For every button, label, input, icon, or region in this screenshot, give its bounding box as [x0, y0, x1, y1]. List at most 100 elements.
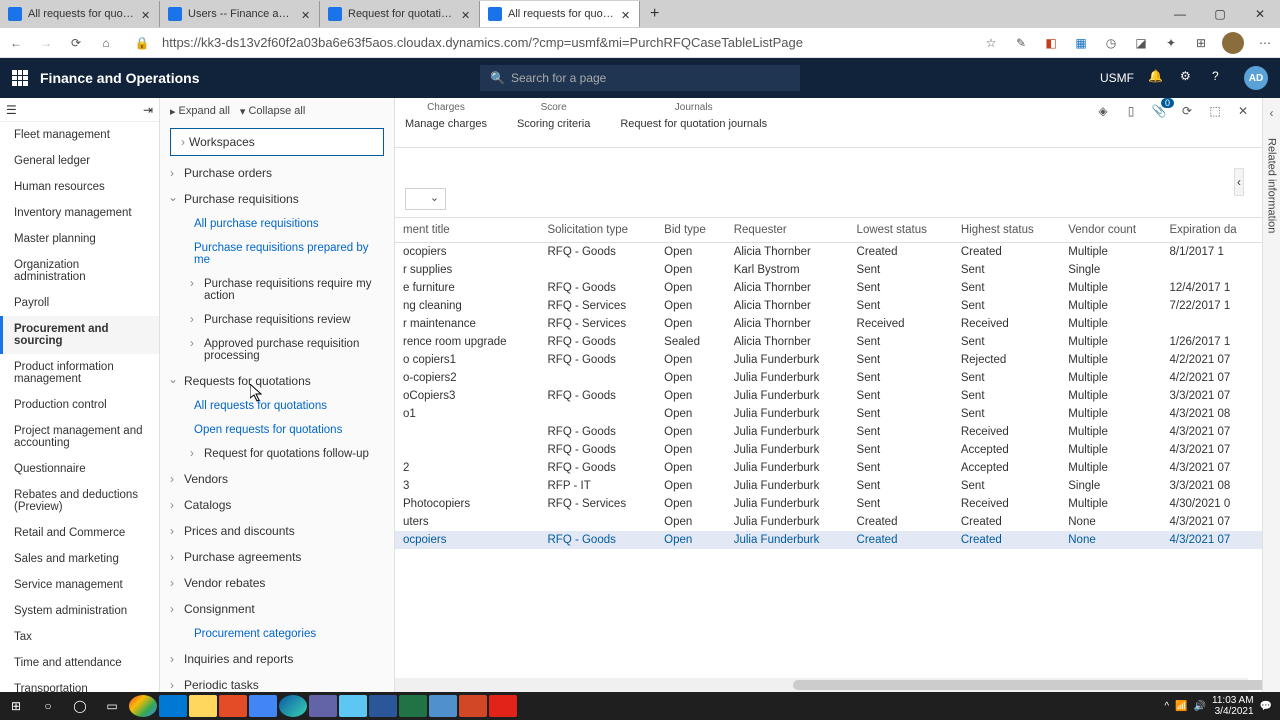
search-input[interactable]: 🔍 Search for a page: [480, 65, 800, 91]
outlook-app[interactable]: [159, 695, 187, 717]
browser-tab[interactable]: All requests for quotations -- Fi✕: [480, 1, 640, 27]
module-item[interactable]: Tax: [0, 624, 159, 650]
ext-icon-3[interactable]: ▦: [1072, 34, 1090, 52]
nav-item[interactable]: Vendor rebates: [160, 570, 394, 596]
expand-all-button[interactable]: ▸Expand all: [170, 105, 230, 118]
taskview-icon[interactable]: ▭: [96, 692, 128, 720]
tray-network-icon[interactable]: 📶: [1175, 701, 1187, 712]
home-button[interactable]: ⌂: [96, 33, 116, 53]
window-maximize[interactable]: ▢: [1200, 0, 1240, 28]
nav-item[interactable]: Procurement categories: [160, 622, 394, 646]
table-row[interactable]: 2RFQ - GoodsOpenJulia FunderburkSentAcce…: [395, 459, 1262, 477]
browser-tab[interactable]: Request for quotation case -- Fi✕: [320, 1, 480, 27]
window-close[interactable]: ✕: [1240, 0, 1280, 28]
table-row[interactable]: PhotocopiersRFQ - ServicesOpenJulia Fund…: [395, 495, 1262, 513]
window-minimize[interactable]: —: [1160, 0, 1200, 28]
help-icon[interactable]: ?: [1212, 69, 1230, 87]
column-header[interactable]: Vendor count: [1060, 218, 1161, 243]
nav-item[interactable]: Catalogs: [160, 492, 394, 518]
user-avatar[interactable]: AD: [1244, 66, 1268, 90]
ext-icon-5[interactable]: ◪: [1132, 34, 1150, 52]
word-app[interactable]: [369, 695, 397, 717]
module-item[interactable]: Service management: [0, 572, 159, 598]
notification-icon[interactable]: 🔔: [1148, 69, 1166, 87]
refresh-action-icon[interactable]: ⟳: [1178, 102, 1196, 120]
module-item[interactable]: Human resources: [0, 174, 159, 200]
nav-item[interactable]: Purchase agreements: [160, 544, 394, 570]
hamburger-icon[interactable]: ☰: [6, 103, 17, 117]
browser-tab[interactable]: Users -- Finance and Operations✕: [160, 1, 320, 27]
browser-tab[interactable]: All requests for quotations -- Fi...✕: [0, 1, 160, 27]
profile-avatar[interactable]: [1222, 32, 1244, 54]
collapse-all-button[interactable]: ▾Collapse all: [240, 105, 305, 118]
workspaces-button[interactable]: ›Workspaces: [170, 128, 384, 156]
ext-icon-7[interactable]: ⊞: [1192, 34, 1210, 52]
nav-item[interactable]: Periodic tasks: [160, 672, 394, 692]
nav-item[interactable]: Purchase orders: [160, 160, 394, 186]
favorite-icon[interactable]: ☆: [982, 34, 1000, 52]
table-row[interactable]: ng cleaningRFQ - ServicesOpenAlicia Thor…: [395, 297, 1262, 315]
new-tab-button[interactable]: +: [640, 5, 669, 23]
explorer-app[interactable]: [189, 695, 217, 717]
tab-close-icon[interactable]: ✕: [301, 9, 311, 19]
refresh-button[interactable]: ⟳: [66, 33, 86, 53]
column-header[interactable]: Expiration da: [1161, 218, 1262, 243]
tab-close-icon[interactable]: ✕: [141, 9, 151, 19]
table-row[interactable]: RFQ - GoodsOpenJulia FunderburkSentAccep…: [395, 441, 1262, 459]
nav-item[interactable]: Purchase requisitions: [160, 186, 394, 212]
notepad-app[interactable]: [339, 695, 367, 717]
nav-item[interactable]: Inquiries and reports: [160, 646, 394, 672]
table-row[interactable]: oCopiers3RFQ - GoodsOpenJulia Funderburk…: [395, 387, 1262, 405]
table-row[interactable]: ocopiersRFQ - GoodsOpenAlicia ThornberCr…: [395, 243, 1262, 262]
table-row[interactable]: o1OpenJulia FunderburkSentSentMultiple4/…: [395, 405, 1262, 423]
table-row[interactable]: r suppliesOpenKarl BystromSentSentSingle: [395, 261, 1262, 279]
nav-item[interactable]: Purchase requisitions require my action: [160, 272, 394, 308]
module-item[interactable]: Sales and marketing: [0, 546, 159, 572]
browser-menu-icon[interactable]: ⋯: [1256, 34, 1274, 52]
nav-item[interactable]: Approved purchase requisition processing: [160, 332, 394, 368]
scoring-criteria-button[interactable]: Scoring criteria: [517, 115, 590, 133]
nav-item[interactable]: Consignment: [160, 596, 394, 622]
module-item[interactable]: Master planning: [0, 226, 159, 252]
module-item[interactable]: Inventory management: [0, 200, 159, 226]
tray-chevron[interactable]: ^: [1164, 701, 1169, 712]
rfq-grid[interactable]: ment titleSolicitation typeBid typeReque…: [395, 218, 1262, 549]
teams-app[interactable]: [309, 695, 337, 717]
module-item[interactable]: General ledger: [0, 148, 159, 174]
tray-volume-icon[interactable]: 🔊: [1194, 701, 1206, 712]
rail-chevron-icon[interactable]: ‹: [1270, 98, 1274, 128]
url-field[interactable]: https://kk3-ds13v2f60f2a03ba6e63f5aos.cl…: [162, 35, 972, 50]
module-item[interactable]: Procurement and sourcing: [0, 316, 159, 354]
module-item[interactable]: Production control: [0, 392, 159, 418]
table-row[interactable]: e furnitureRFQ - GoodsOpenAlicia Thornbe…: [395, 279, 1262, 297]
column-header[interactable]: Requester: [726, 218, 849, 243]
acrobat-app[interactable]: [489, 695, 517, 717]
clock[interactable]: 11:03 AM 3/4/2021: [1212, 695, 1254, 717]
column-header[interactable]: Bid type: [656, 218, 726, 243]
nav-item[interactable]: All purchase requisitions: [160, 212, 394, 236]
popout-icon[interactable]: ⬚: [1206, 102, 1224, 120]
app-launcher-icon[interactable]: [12, 70, 28, 86]
table-row[interactable]: r maintenanceRFQ - ServicesOpenAlicia Th…: [395, 315, 1262, 333]
module-item[interactable]: System administration: [0, 598, 159, 624]
rail-label[interactable]: Related information: [1266, 128, 1278, 243]
table-row[interactable]: rence room upgradeRFQ - GoodsSealedAlici…: [395, 333, 1262, 351]
app-5[interactable]: [219, 695, 247, 717]
nav-item[interactable]: Purchase requisitions review: [160, 308, 394, 332]
module-item[interactable]: Rebates and deductions (Preview): [0, 482, 159, 520]
nav-item[interactable]: All requests for quotations: [160, 394, 394, 418]
edge-app[interactable]: [279, 695, 307, 717]
pin-icon[interactable]: ⇥: [143, 103, 153, 117]
nav-item[interactable]: Prices and discounts: [160, 518, 394, 544]
table-row[interactable]: o copiers1RFQ - GoodsOpenJulia Funderbur…: [395, 351, 1262, 369]
column-header[interactable]: ment title: [395, 218, 539, 243]
app-11[interactable]: [429, 695, 457, 717]
column-header[interactable]: Highest status: [953, 218, 1060, 243]
ext-icon-1[interactable]: ✎: [1012, 34, 1030, 52]
table-row[interactable]: 3RFP - ITOpenJulia FunderburkSentSentSin…: [395, 477, 1262, 495]
column-header[interactable]: Lowest status: [849, 218, 953, 243]
table-row[interactable]: ocpoiersRFQ - GoodsOpenJulia FunderburkC…: [395, 531, 1262, 549]
tab-close-icon[interactable]: ✕: [461, 9, 471, 19]
office-icon[interactable]: ▯: [1122, 102, 1140, 120]
back-button[interactable]: ←: [6, 33, 26, 53]
